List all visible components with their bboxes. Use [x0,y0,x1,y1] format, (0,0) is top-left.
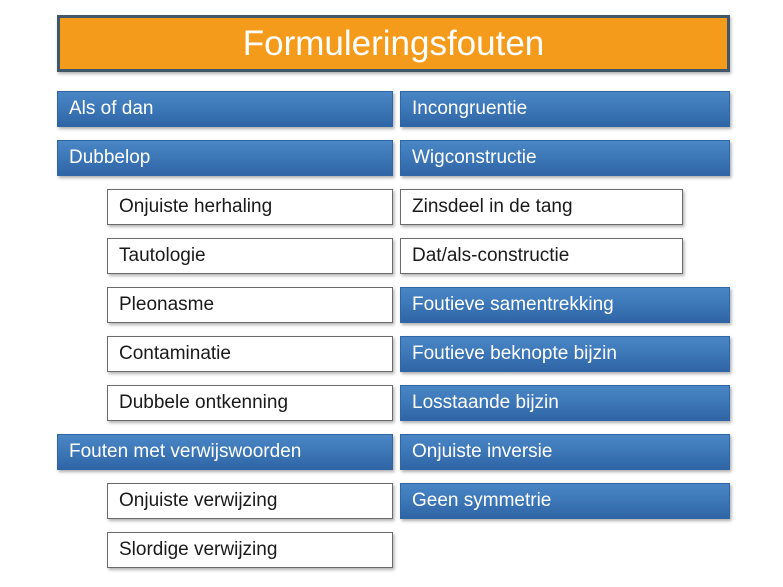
slide-title-banner: Formuleringsfouten [57,15,730,72]
left-node[interactable]: Onjuiste herhaling [107,189,393,225]
left-node[interactable]: Dubbele ontkenning [107,385,393,421]
right-node[interactable]: Wigconstructie [400,140,730,176]
left-node[interactable]: Tautologie [107,238,393,274]
left-node[interactable]: Als of dan [57,91,393,127]
node-label: Slordige verwijzing [119,539,278,560]
node-label: Dat/als-constructie [412,245,570,266]
node-label: Dubbele ontkenning [119,392,289,413]
node-label: Foutieve beknopte bijzin [412,343,617,364]
node-label: Incongruentie [412,98,528,119]
node-label: Losstaande bijzin [412,392,559,413]
right-node[interactable]: Onjuiste inversie [400,434,730,470]
left-node[interactable]: Fouten met verwijswoorden [57,434,393,470]
right-node[interactable]: Foutieve samentrekking [400,287,730,323]
node-label: Contaminatie [119,343,231,364]
node-label: Tautologie [119,245,206,266]
left-node[interactable]: Dubbelop [57,140,393,176]
node-label: Onjuiste herhaling [119,196,273,217]
left-node[interactable]: Pleonasme [107,287,393,323]
node-label: Wigconstructie [412,147,537,168]
right-node[interactable]: Incongruentie [400,91,730,127]
left-node[interactable]: Contaminatie [107,336,393,372]
node-label: Fouten met verwijswoorden [69,441,302,462]
node-label: Als of dan [69,98,154,119]
page-title: Formuleringsfouten [242,24,545,63]
node-label: Dubbelop [69,147,151,168]
right-node[interactable]: Foutieve beknopte bijzin [400,336,730,372]
node-label: Geen symmetrie [412,490,552,511]
left-node[interactable]: Onjuiste verwijzing [107,483,393,519]
node-label: Onjuiste inversie [412,441,553,462]
left-node[interactable]: Slordige verwijzing [107,532,393,568]
node-label: Zinsdeel in de tang [412,196,573,217]
right-node[interactable]: Dat/als-constructie [400,238,683,274]
node-label: Onjuiste verwijzing [119,490,278,511]
right-node[interactable]: Geen symmetrie [400,483,730,519]
node-label: Pleonasme [119,294,215,315]
right-node[interactable]: Zinsdeel in de tang [400,189,683,225]
slide-canvas: Formuleringsfouten Als of dan Dubbelop Onj… [0,0,783,587]
node-label: Foutieve samentrekking [412,294,614,315]
right-node[interactable]: Losstaande bijzin [400,385,730,421]
